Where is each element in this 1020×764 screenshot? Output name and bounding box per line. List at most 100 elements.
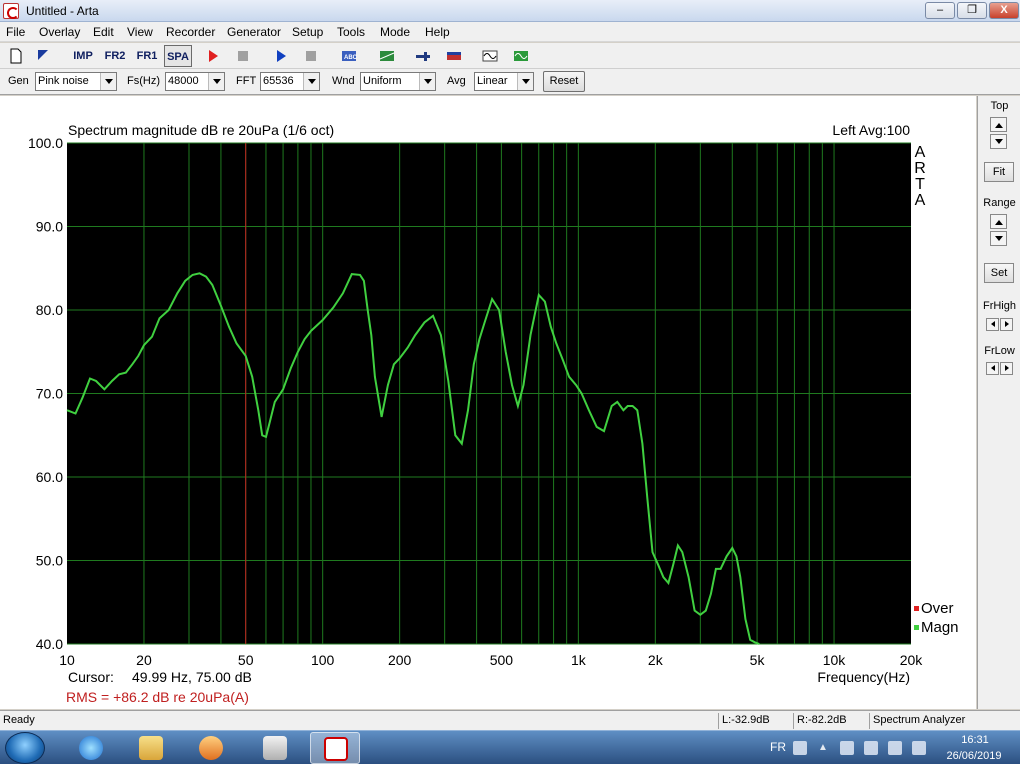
x-tick-label: 10 bbox=[59, 652, 75, 668]
tray-language[interactable]: FR bbox=[770, 740, 786, 754]
frhigh-left-button[interactable] bbox=[986, 318, 999, 331]
card-icon bbox=[447, 52, 461, 60]
avg-label: Avg bbox=[447, 75, 466, 87]
level-meter-button[interactable] bbox=[412, 45, 434, 67]
taskbar-file-explorer[interactable] bbox=[126, 732, 176, 764]
set-button[interactable]: Set bbox=[984, 263, 1014, 283]
gen-label: Gen bbox=[8, 75, 29, 87]
arta-app-icon[interactable] bbox=[3, 3, 19, 19]
internet-explorer-icon bbox=[79, 736, 103, 760]
menu-edit[interactable]: Edit bbox=[93, 25, 114, 39]
fr1-mode-button[interactable]: FR1 bbox=[134, 45, 160, 67]
generator-stop-button[interactable] bbox=[300, 45, 322, 67]
record-stop-button[interactable] bbox=[232, 45, 254, 67]
signal-monitor-button[interactable] bbox=[479, 45, 501, 67]
maximize-button[interactable]: ❐ bbox=[957, 2, 987, 19]
x-tick-label: 50 bbox=[238, 652, 254, 668]
menu-help[interactable]: Help bbox=[425, 25, 450, 39]
x-tick-label: 5k bbox=[750, 652, 766, 668]
menu-mode[interactable]: Mode bbox=[380, 25, 410, 39]
x-tick-labels: 10 20 50 100 200 500 1k 2k 5k 10k 20k bbox=[59, 652, 923, 668]
x-tick-label: 100 bbox=[311, 652, 335, 668]
spectrum-mode-button[interactable]: SPA bbox=[164, 45, 192, 67]
window-function-select[interactable]: Uniform bbox=[360, 72, 436, 91]
clock-date[interactable]: 26/06/2019 bbox=[938, 750, 1010, 762]
x-tick-label: 1k bbox=[571, 652, 587, 668]
averaging-select[interactable]: Linear bbox=[474, 72, 534, 91]
menu-bar: File Overlay Edit View Recorder Generato… bbox=[0, 22, 1020, 42]
top-down-button[interactable] bbox=[990, 134, 1007, 149]
x-axis-label: Frequency(Hz) bbox=[817, 669, 910, 685]
scope-button[interactable] bbox=[510, 45, 532, 67]
taskbar-media-player[interactable] bbox=[186, 732, 236, 764]
taskbar-pdf-app[interactable] bbox=[250, 732, 300, 764]
menu-file[interactable]: File bbox=[6, 25, 25, 39]
x-tick-label: 500 bbox=[490, 652, 514, 668]
y-tick-label: 80.0 bbox=[36, 302, 63, 318]
frhigh-right-button[interactable] bbox=[1000, 318, 1013, 331]
wnd-label: Wnd bbox=[332, 75, 355, 87]
status-ready: Ready bbox=[3, 714, 35, 726]
grid-icon bbox=[379, 51, 395, 61]
range-down-button[interactable] bbox=[990, 231, 1007, 246]
y-tick-labels: 100.0 90.0 80.0 70.0 60.0 50.0 40.0 bbox=[28, 135, 63, 652]
legend-swatch bbox=[914, 625, 919, 630]
abc-button[interactable]: ABC bbox=[338, 45, 360, 67]
window-function-value: Uniform bbox=[363, 75, 402, 87]
network-icon[interactable] bbox=[864, 741, 878, 755]
grid-settings-button[interactable] bbox=[376, 45, 398, 67]
spectrum-chart[interactable]: Spectrum magnitude dB re 20uPa (1/6 oct)… bbox=[0, 96, 976, 709]
keyboard-icon[interactable] bbox=[793, 741, 807, 755]
open-file-button[interactable] bbox=[33, 45, 55, 67]
fft-size-select[interactable]: 65536 bbox=[260, 72, 320, 91]
frlow-right-button[interactable] bbox=[1000, 362, 1013, 375]
new-file-button[interactable] bbox=[5, 45, 27, 67]
clock-time[interactable]: 16:31 bbox=[945, 734, 1005, 746]
start-button[interactable] bbox=[5, 732, 45, 764]
menu-overlay[interactable]: Overlay bbox=[39, 25, 80, 39]
menu-view[interactable]: View bbox=[127, 25, 153, 39]
legend-label: Over bbox=[921, 600, 954, 617]
y-tick-label: 70.0 bbox=[36, 386, 63, 402]
volume-icon[interactable] bbox=[912, 741, 926, 755]
fs-label: Fs(Hz) bbox=[127, 75, 160, 87]
taskbar-arta[interactable] bbox=[310, 732, 360, 764]
x-tick-label: 2k bbox=[648, 652, 664, 668]
menu-tools[interactable]: Tools bbox=[337, 25, 365, 39]
stop-icon bbox=[306, 51, 316, 61]
watermark-letter: T bbox=[915, 176, 925, 193]
chevron-down-icon bbox=[517, 73, 533, 90]
generator-value: Pink noise bbox=[38, 75, 89, 87]
range-up-button[interactable] bbox=[990, 214, 1007, 229]
watermark-letter: A bbox=[915, 192, 926, 209]
control-bar: Gen Pink noise Fs(Hz) 48000 FFT 65536 Wn… bbox=[0, 69, 1020, 95]
close-button[interactable]: X bbox=[989, 2, 1019, 19]
menu-generator[interactable]: Generator bbox=[227, 25, 281, 39]
title-bar: Untitled - Arta – ❐ X bbox=[0, 0, 1020, 22]
taskbar-internet-explorer[interactable] bbox=[66, 732, 116, 764]
menu-setup[interactable]: Setup bbox=[292, 25, 323, 39]
tray-expand-icon[interactable]: ▲ bbox=[818, 741, 832, 755]
generator-select[interactable]: Pink noise bbox=[35, 72, 117, 91]
generator-play-button[interactable] bbox=[270, 45, 292, 67]
reset-button[interactable]: Reset bbox=[543, 71, 585, 92]
legend-label: Magn bbox=[921, 619, 959, 636]
samplerate-select[interactable]: 48000 bbox=[165, 72, 225, 91]
watermark-letter: R bbox=[914, 160, 926, 177]
status-mode: Spectrum Analyzer bbox=[869, 713, 1020, 729]
frlow-left-button[interactable] bbox=[986, 362, 999, 375]
fit-button[interactable]: Fit bbox=[984, 162, 1014, 182]
svg-text:ABC: ABC bbox=[344, 55, 357, 61]
impulse-mode-button[interactable]: IMP bbox=[70, 45, 96, 67]
minimize-button[interactable]: – bbox=[925, 2, 955, 19]
pdf-printer-icon bbox=[263, 736, 287, 760]
plot-panel: Spectrum magnitude dB re 20uPa (1/6 oct)… bbox=[0, 96, 976, 709]
top-up-button[interactable] bbox=[990, 117, 1007, 132]
power-icon[interactable] bbox=[888, 741, 902, 755]
action-center-icon[interactable] bbox=[840, 741, 854, 755]
fr2-mode-button[interactable]: FR2 bbox=[102, 45, 128, 67]
status-left-level: L:-32.9dB bbox=[718, 713, 792, 729]
record-play-button[interactable] bbox=[202, 45, 224, 67]
audio-setup-button[interactable] bbox=[443, 45, 465, 67]
menu-recorder[interactable]: Recorder bbox=[166, 25, 215, 39]
